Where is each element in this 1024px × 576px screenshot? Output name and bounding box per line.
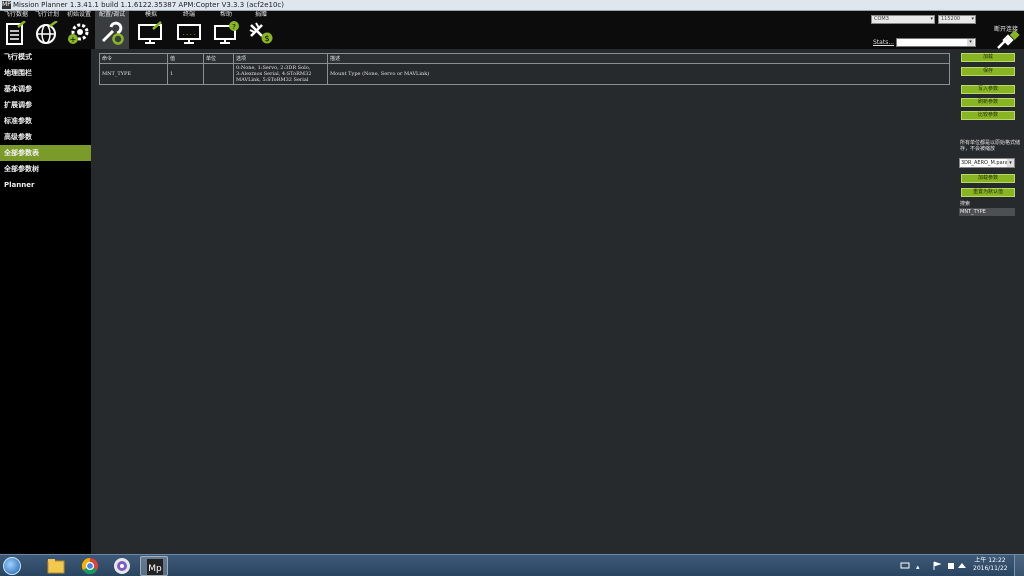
tool-label: 捐赠: [254, 11, 267, 18]
sidebar-item-advanced-params[interactable]: 高级参数: [0, 129, 91, 145]
mission-planner-window: MP Mission Planner 1.3.41.1 build 1.1.61…: [0, 0, 1024, 576]
table-row[interactable]: MNT_TYPE 1 0:None, 1:Servo, 2:3DR Solo, …: [99, 63, 950, 85]
search-input[interactable]: MNT_TYPE: [959, 208, 1015, 216]
refresh-params-button[interactable]: 刷新参数: [961, 98, 1015, 107]
baud-rate-select[interactable]: 115200 ▾: [938, 15, 976, 24]
sidebar-item-full-parameter-list[interactable]: 全部参数表: [0, 145, 95, 161]
explorer-taskbar-button[interactable]: [42, 556, 70, 576]
compare-params-button[interactable]: 比较参数: [961, 111, 1015, 120]
svg-text:Mp: Mp: [148, 564, 162, 574]
sidebar-item-geofence[interactable]: 地理围栏: [0, 65, 91, 81]
param-command-cell[interactable]: MNT_TYPE: [99, 63, 168, 85]
svg-text:$: $: [264, 34, 269, 43]
window-title: Mission Planner 1.3.41.1 build 1.1.6122.…: [13, 1, 284, 9]
tool-help[interactable]: 帮助 ?: [209, 11, 243, 49]
windows-taskbar: Mp ▴ 上午 12:22 2016/11/22: [0, 554, 1024, 576]
svg-text:....: ....: [182, 30, 196, 37]
param-file-value: 3DR_AERO_M.param: [961, 160, 1013, 166]
param-value-cell[interactable]: 1: [167, 63, 204, 85]
main-content: 命令 值 单位 选项 描述 MNT_TYPE 1 0:None, 1:Servo…: [91, 49, 1024, 554]
stats-link[interactable]: Stats...: [873, 39, 894, 46]
initial-setup-icon: +: [68, 23, 89, 44]
parameter-table: 命令 值 单位 选项 描述 MNT_TYPE 1 0:None, 1:Servo…: [99, 53, 950, 85]
save-button[interactable]: 保存: [961, 67, 1015, 76]
param-units-cell: [203, 63, 234, 85]
app-icon: MP: [2, 1, 11, 9]
sidebar-item-planner[interactable]: Planner: [0, 177, 91, 193]
mission-planner-taskbar-button[interactable]: Mp: [140, 556, 168, 576]
sidebar-item-standard-params[interactable]: 标准参数: [0, 113, 91, 129]
sidebar-item-flight-modes[interactable]: 飞行模式: [0, 49, 91, 65]
tool-terminal[interactable]: 终端 ....: [172, 11, 206, 49]
chevron-down-icon: ▾: [1007, 159, 1014, 167]
tool-label: 飞行数据: [3, 11, 28, 18]
media-player-icon: [114, 558, 130, 574]
tool-label: 初始设置: [66, 11, 91, 18]
tool-label: 帮助: [219, 11, 232, 18]
system-tray-icons[interactable]: ▴: [900, 561, 970, 571]
show-desktop-button[interactable]: [1014, 555, 1024, 576]
column-header-command[interactable]: 命令: [99, 53, 168, 64]
tool-flight-plan[interactable]: 飞行计划: [32, 11, 62, 49]
tool-simulation[interactable]: 模拟: [134, 11, 168, 49]
load-preset-button[interactable]: 加载参数: [961, 174, 1015, 183]
chevron-down-icon: ▾: [967, 39, 974, 46]
tool-donate[interactable]: 捐赠 $: [246, 11, 276, 49]
donate-icon: $: [249, 22, 273, 44]
config-sidebar: 飞行模式 地理围栏 基本调参 扩展调参 标准参数 高级参数 全部参数表 全部参数…: [0, 49, 95, 554]
load-button[interactable]: 加载: [961, 53, 1015, 62]
mission-planner-icon: Mp: [147, 559, 163, 575]
flight-plan-icon: [36, 21, 58, 44]
taskbar-clock[interactable]: 上午 12:22 2016/11/22: [973, 557, 1008, 573]
sidebar-item-full-parameter-tree[interactable]: 全部参数树: [0, 161, 91, 177]
column-header-value[interactable]: 值: [167, 53, 204, 64]
start-button[interactable]: [3, 557, 21, 575]
chevron-down-icon: ▾: [930, 16, 933, 22]
column-header-options[interactable]: 选项: [233, 53, 328, 64]
main-toolbar: 飞行数据 飞行计划 初始设置 + 配置/调试 模拟 终端 .... 帮助 ? 捐…: [0, 11, 1024, 49]
terminal-icon: ....: [177, 24, 201, 44]
simulation-icon: [138, 21, 162, 44]
chevron-down-icon: ▾: [971, 16, 974, 22]
param-description-cell: Mount Type (None, Servo or MAVLink): [327, 63, 950, 85]
write-params-button[interactable]: 写入参数: [961, 85, 1015, 94]
svg-text:?: ?: [232, 23, 236, 31]
disconnect-plug-icon[interactable]: [996, 31, 1022, 49]
tool-label: 终端: [182, 11, 195, 18]
config-tuning-icon: [101, 21, 124, 45]
svg-text:+: +: [70, 35, 77, 44]
help-icon: ?: [214, 21, 239, 44]
flight-data-icon: [6, 21, 26, 45]
clock-date: 2016/11/22: [973, 565, 1008, 572]
baud-rate-value: 115200: [941, 16, 961, 22]
clock-time: 上午 12:22: [974, 557, 1006, 564]
search-label: 搜索: [960, 201, 971, 207]
units-note-text: 所有单位都是以原始格式储存，不会被缩放: [960, 140, 1021, 152]
chrome-icon: [81, 557, 98, 575]
table-header-row: 命令 值 单位 选项 描述: [99, 53, 950, 64]
reset-default-button[interactable]: 重置为默认值: [961, 188, 1015, 197]
sidebar-item-extended-tuning[interactable]: 扩展调参: [0, 97, 91, 113]
tool-initial-setup[interactable]: 初始设置 +: [64, 11, 94, 49]
tool-label: 配置/调试: [98, 11, 126, 18]
column-header-units[interactable]: 单位: [203, 53, 234, 64]
com-port-value: COM3: [874, 16, 889, 22]
tool-config-tuning[interactable]: 配置/调试: [95, 11, 129, 49]
tool-label: 飞行计划: [34, 11, 59, 18]
tool-label: 模拟: [144, 11, 157, 18]
sidebar-item-basic-tuning[interactable]: 基本调参: [0, 81, 91, 97]
tool-flight-data[interactable]: 飞行数据: [2, 11, 30, 49]
param-options-cell: 0:None, 1:Servo, 2:3DR Solo, 3:Alexmos S…: [233, 63, 328, 85]
title-bar: MP Mission Planner 1.3.41.1 build 1.1.61…: [0, 0, 1024, 11]
stats-select[interactable]: ▾: [896, 38, 976, 47]
param-file-select[interactable]: 3DR_AERO_M.param ▾: [959, 158, 1015, 168]
explorer-icon: [47, 559, 65, 574]
svg-text:▴: ▴: [916, 563, 920, 571]
com-port-select[interactable]: COM3 ▾: [871, 15, 935, 24]
chrome-taskbar-button[interactable]: [76, 556, 104, 576]
media-player-taskbar-button[interactable]: [108, 556, 136, 576]
column-header-description[interactable]: 描述: [327, 53, 950, 64]
